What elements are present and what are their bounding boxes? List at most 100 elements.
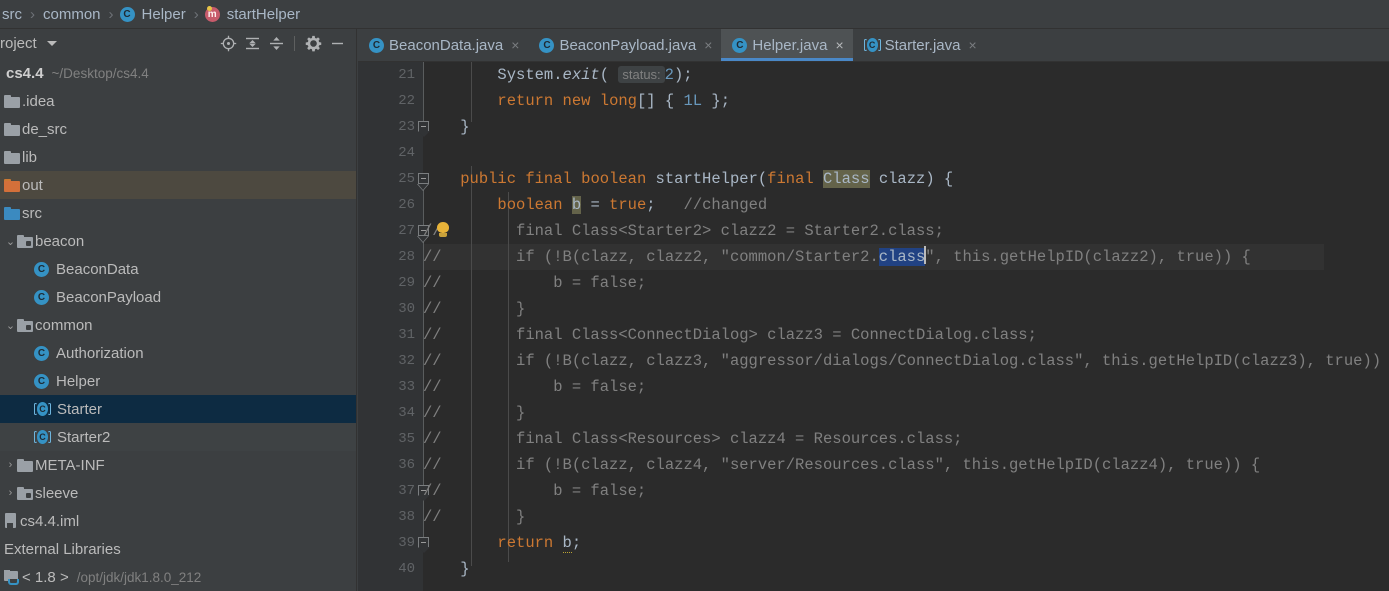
tree-row-jdk[interactable]: < 1.8 > /opt/jdk/jdk1.8.0_212: [0, 563, 356, 591]
code-line-33: // b = false;: [423, 378, 647, 396]
code-line-25: public final boolean startHelper(final C…: [423, 166, 953, 192]
parameter-hint: status:: [618, 66, 665, 83]
chevron-right-icon[interactable]: ›: [4, 459, 17, 471]
tree-label: cs4.4: [6, 64, 44, 82]
breadcrumb-separator: ›: [193, 5, 199, 23]
editor-gutter[interactable]: 21 22 23 24 25 26 27 28 29 30 31 32 33 3…: [358, 62, 423, 591]
folder-excluded-icon: [4, 178, 20, 192]
breadcrumb-item-helper[interactable]: C Helper: [119, 6, 188, 23]
code-comment: ", this.getHelpID(clazz2), true)) {: [925, 248, 1251, 266]
method-icon: m: [204, 5, 220, 22]
highlighted-identifier: Class: [823, 170, 870, 188]
breadcrumb-label: startHelper: [226, 5, 301, 23]
tree-row-common[interactable]: ⌄ common: [0, 311, 356, 339]
tree-row-idea[interactable]: .idea: [0, 87, 356, 115]
expand-all-icon[interactable]: [241, 32, 263, 54]
tree-row-beacondata[interactable]: C BeaconData: [0, 255, 356, 283]
folder-icon: [4, 150, 20, 164]
tree-label: Starter2: [57, 428, 111, 446]
code-token: 1L: [683, 92, 703, 110]
tree-sublabel: ~/Desktop/cs4.4: [51, 65, 149, 81]
tree-row-lib[interactable]: lib: [0, 143, 356, 171]
locate-icon[interactable]: [217, 32, 239, 54]
class-icon: C: [34, 345, 49, 361]
tree-row-project-root[interactable]: cs4.4 ~/Desktop/cs4.4: [0, 59, 356, 87]
line-number: 23: [398, 119, 415, 135]
breadcrumb-separator: ›: [108, 5, 114, 23]
tree-row-iml-file[interactable]: cs4.4.iml: [0, 507, 356, 535]
tree-row-sleeve[interactable]: › sleeve: [0, 479, 356, 507]
tree-row-starter[interactable]: C Starter: [0, 395, 356, 423]
code-token: [] {: [636, 92, 684, 110]
tree-row-authorization[interactable]: C Authorization: [0, 339, 356, 367]
line-number: 38: [398, 509, 415, 525]
breadcrumb-item-common[interactable]: common: [41, 6, 103, 23]
tree-row-starter2[interactable]: C Starter2: [0, 423, 356, 451]
project-panel-toolbar: [217, 29, 348, 57]
tree-row-helper[interactable]: C Helper: [0, 367, 356, 395]
tree-row-de-src[interactable]: de_src: [0, 115, 356, 143]
tab-beaconpayload-java[interactable]: C BeaconPayload.java ×: [528, 29, 721, 61]
tab-starter-java[interactable]: C Starter.java ×: [853, 29, 986, 61]
chevron-right-icon[interactable]: ›: [4, 487, 17, 499]
gear-icon[interactable]: [302, 32, 324, 54]
collapse-all-icon[interactable]: [265, 32, 287, 54]
code-token: ;: [571, 534, 582, 552]
chevron-down-icon[interactable]: ⌄: [4, 235, 17, 248]
tree-label: de_src: [22, 120, 68, 138]
code-line-39: return b;: [423, 530, 581, 556]
tree-row-beacon[interactable]: ⌄ beacon: [0, 227, 356, 255]
chevron-down-icon[interactable]: ⌄: [4, 319, 17, 332]
line-number: 30: [398, 301, 415, 317]
code-line-36: // if (!B(clazz, clazz4, "server/Resourc…: [423, 456, 1261, 474]
package-icon: [17, 318, 33, 332]
line-number: 26: [398, 197, 415, 213]
line-number: 31: [398, 327, 415, 343]
tab-label: BeaconData.java: [389, 36, 504, 54]
code-line-35: // final Class<Resources> clazz4 = Resou…: [423, 430, 963, 448]
tree-sublabel: /opt/jdk/jdk1.8.0_212: [76, 569, 202, 585]
code-comment: //changed: [683, 196, 768, 214]
tab-helper-java[interactable]: C Helper.java ×: [721, 29, 853, 61]
folder-icon: [17, 458, 33, 472]
code-line-31: // final Class<ConnectDialog> clazz3 = C…: [423, 326, 1037, 344]
tree-row-src[interactable]: src: [0, 199, 356, 227]
code-editor[interactable]: 21 22 23 24 25 26 27 28 29 30 31 32 33 3…: [358, 62, 1389, 591]
package-icon: [17, 486, 33, 500]
jdk-icon: [4, 570, 20, 585]
module-file-icon: [4, 513, 18, 529]
close-icon[interactable]: ×: [835, 38, 843, 52]
chevron-down-icon[interactable]: [46, 40, 57, 46]
tree-label: sleeve: [35, 484, 79, 502]
code-token-method: exit: [562, 66, 600, 84]
line-number: 28: [398, 249, 415, 265]
code-content[interactable]: System.exit( status: 2); return new long[…: [423, 62, 1389, 591]
close-icon[interactable]: ×: [969, 38, 977, 52]
tree-label: Authorization: [56, 344, 144, 362]
hide-icon[interactable]: [326, 32, 348, 54]
tree-row-external-libraries[interactable]: External Libraries: [0, 535, 356, 563]
editor-area: C BeaconData.java × C BeaconPayload.java…: [358, 29, 1389, 591]
breadcrumb-item-src[interactable]: src: [0, 6, 24, 23]
breadcrumb-item-starthelper[interactable]: m startHelper: [204, 5, 302, 23]
line-number: 22: [398, 93, 415, 109]
tree-row-out[interactable]: out: [0, 171, 356, 199]
folder-icon: [4, 94, 20, 108]
breadcrumb-separator: ›: [30, 5, 35, 23]
tree-row-beaconpayload[interactable]: C BeaconPayload: [0, 283, 356, 311]
close-icon[interactable]: ×: [704, 38, 712, 52]
code-line-23: }: [423, 118, 470, 136]
project-panel-title[interactable]: roject: [0, 35, 37, 52]
tree-row-meta-inf[interactable]: › META-INF: [0, 451, 356, 479]
tree-label: cs4.4.iml: [20, 512, 80, 530]
code-line-27: // final Class<Starter2> clazz2 = Starte…: [423, 222, 944, 240]
decompiled-class-icon: C: [863, 38, 881, 52]
package-icon: [17, 234, 33, 248]
intention-bulb-icon[interactable]: [436, 222, 450, 237]
close-icon[interactable]: ×: [511, 38, 519, 52]
line-number: 37: [398, 483, 415, 499]
tab-label: Helper.java: [752, 36, 828, 54]
tree-label: out: [22, 176, 43, 194]
tree-label: BeaconPayload: [56, 288, 162, 306]
tab-beacondata-java[interactable]: C BeaconData.java ×: [358, 29, 528, 61]
